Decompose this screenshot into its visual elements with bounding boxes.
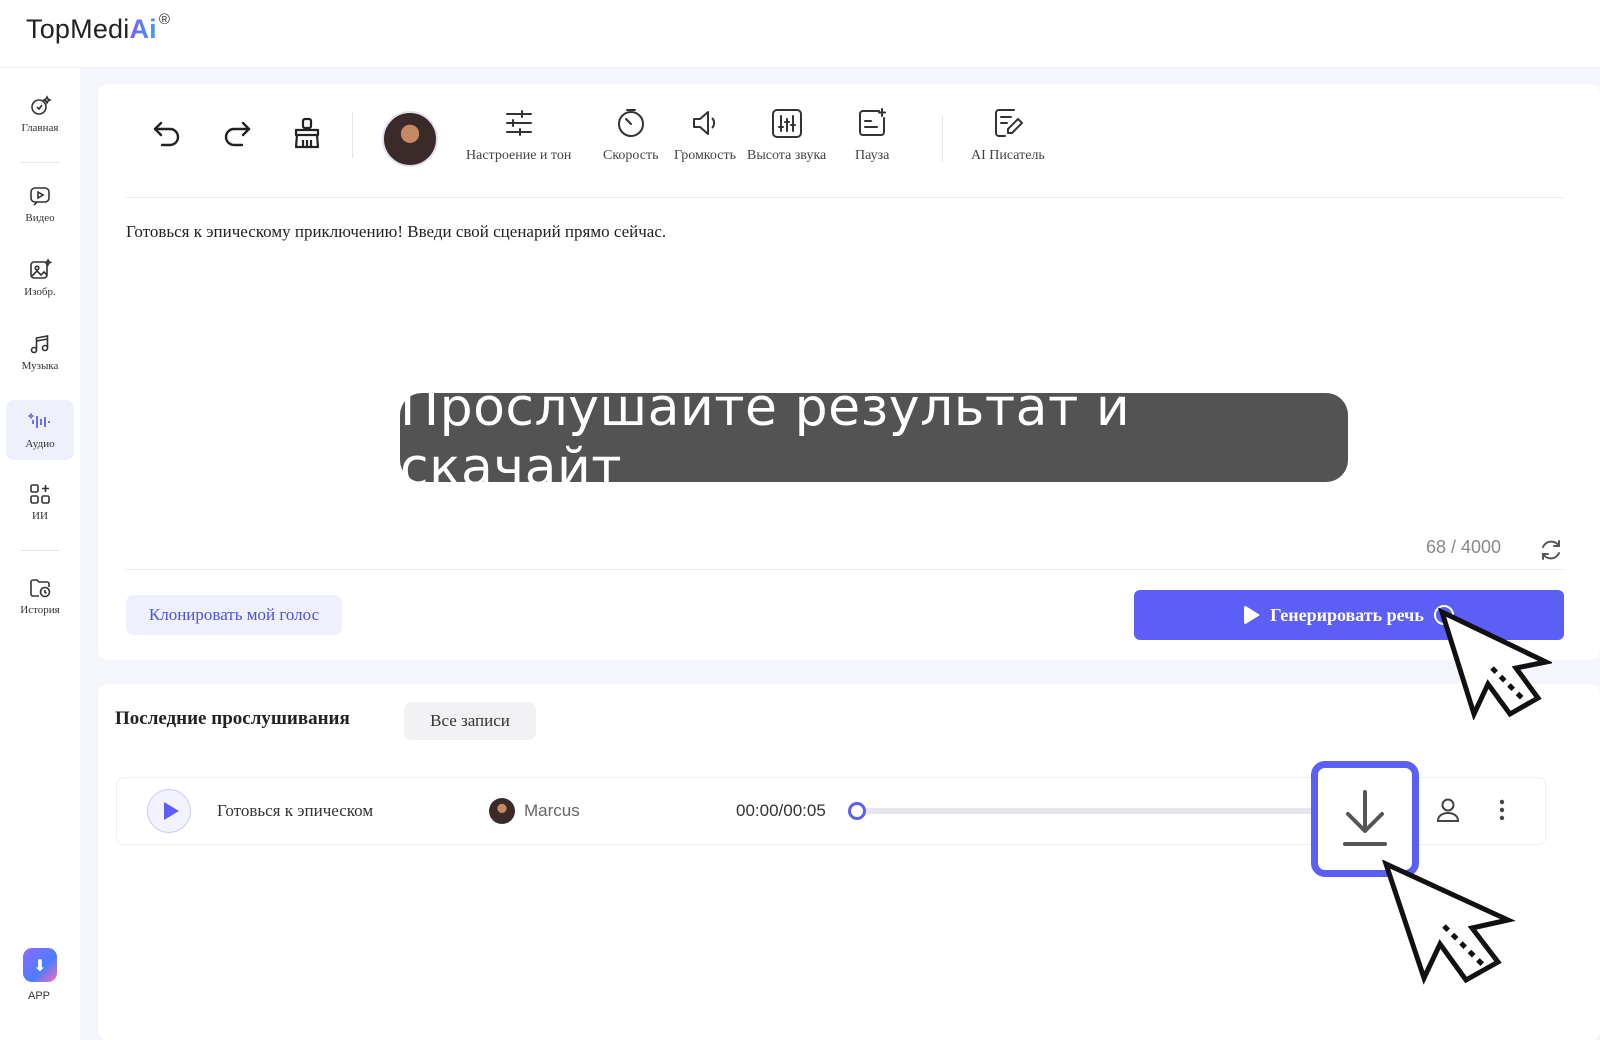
ai-writer-icon [994,109,1023,137]
ai-writer-label: AI Писатель [971,148,1045,163]
redo-icon [224,121,251,147]
equalizer-icon [771,109,802,138]
video-icon [30,187,50,206]
row-voice-name: Marcus [524,801,580,820]
refresh-icon[interactable] [1538,537,1564,563]
home-sparkle-icon [31,95,52,115]
volume-button[interactable]: Громкость [674,106,736,164]
progress-track[interactable] [858,808,1314,814]
speaker-icon [692,111,716,135]
sidebar-item-home[interactable]: Главная [6,84,74,144]
sidebar-item-label: Музыка [21,360,59,372]
sidebar-item-history[interactable]: История [6,566,74,626]
sidebar-divider [20,550,60,551]
more-vertical-icon[interactable] [1490,796,1514,824]
play-icon [163,802,179,820]
audio-wave-icon [28,412,50,428]
sidebar-divider [20,162,60,163]
sidebar-item-label: ИИ [32,510,48,522]
all-records-button[interactable]: Все записи [404,702,536,740]
sidebar-item-label: Аудио [25,438,55,450]
sidebar-item-audio[interactable]: Аудио [6,400,74,460]
redo-button[interactable] [220,116,254,150]
user-icon[interactable] [1434,796,1462,824]
sidebar-item-video[interactable]: Видео [6,174,74,234]
mood-tone-label: Настроение и тон [466,148,572,163]
app-header: TopMediAi ® [0,0,1600,68]
speed-button[interactable]: Скорость [603,106,659,164]
progress-knob[interactable] [848,802,866,820]
clone-voice-button[interactable]: Клонировать мой голос [126,595,342,635]
voice-avatar[interactable] [382,111,438,167]
sidebar-item-label: Видео [25,212,55,224]
topmediai-logo[interactable]: TopMediAi ® [26,11,171,45]
generate-speech-label: Генерировать речь [1270,604,1424,625]
pitch-button[interactable]: Высота звука [747,106,826,164]
logo-text: TopMedi [26,14,130,44]
apps-grid-icon [30,484,50,504]
sidebar-item-label: История [20,604,60,616]
editor-separator [126,569,1564,570]
row-play-button[interactable] [147,789,191,833]
sidebar-item-ai[interactable]: ИИ [6,472,74,532]
sidebar-item-label: Изобр. [24,286,56,298]
sidebar-item-music[interactable]: Музыка [6,322,74,382]
history-folder-icon [30,579,51,598]
app-label: APP [28,990,51,1002]
logo-ai: Ai [129,14,157,44]
tutorial-caption: Прослушайте результат и скачайт [400,378,1348,498]
script-textarea[interactable]: Готовься к эпическому приключению! Введи… [126,222,666,242]
sidebar: Главная Видео Изобр. Музыка Аудио ИИ Ист… [0,68,80,1040]
toolbar-divider [942,116,943,162]
pause-button[interactable]: Пауза [855,106,889,164]
undo-icon [153,121,180,147]
music-icon [30,335,49,354]
pause-label: Пауза [855,148,890,163]
toolbar-separator [126,197,1564,198]
editor-card [98,84,1600,660]
pointer-cursor-icon [1438,608,1552,720]
sidebar-item-label: Главная [21,122,59,134]
speedometer-icon [617,109,644,137]
play-icon [1244,605,1261,625]
app-download-icon[interactable]: ⬇ [23,948,57,982]
pause-insert-icon [859,108,887,136]
broom-icon [294,117,320,149]
sliders-icon [505,110,532,136]
avatar [489,798,515,824]
row-duration: 00:00/00:05 [736,801,826,820]
image-icon [30,258,52,279]
pitch-label: Высота звука [747,148,827,163]
volume-label: Громкость [674,148,736,163]
pointer-cursor-icon [1382,860,1516,985]
toolbar-divider [352,112,353,158]
sidebar-item-image[interactable]: Изобр. [6,248,74,308]
mood-tone-button[interactable]: Настроение и тон [466,106,571,164]
logo-registered-mark: ® [158,11,171,28]
row-title: Готовься к эпическом [217,801,374,820]
recent-title: Последние прослушивания [115,708,350,729]
ai-writer-button[interactable]: AI Писатель [971,106,1045,164]
speed-label: Скорость [603,148,659,163]
undo-button[interactable] [150,116,184,150]
download-icon [1343,790,1387,846]
character-counter: 68 / 4000 [1426,537,1502,557]
clear-button[interactable] [290,116,324,150]
